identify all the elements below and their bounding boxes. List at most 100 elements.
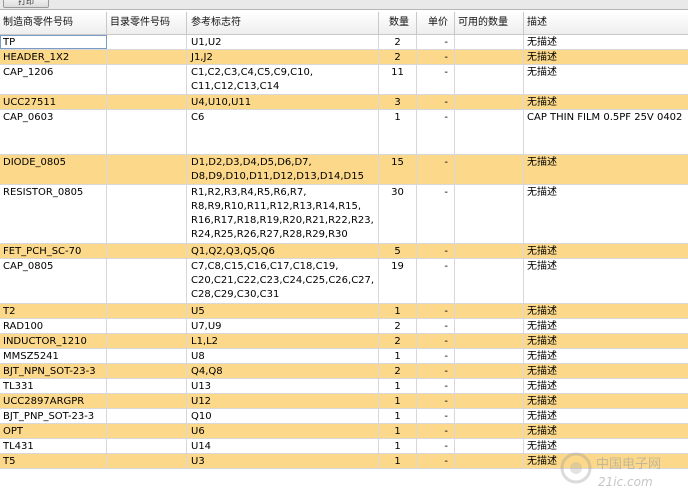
- reference-cell: U1,U2: [187, 35, 379, 49]
- available-cell: [455, 424, 524, 438]
- description-cell: 无描述: [527, 411, 557, 422]
- reference-cell: Q1,Q2,Q3,Q5,Q6: [187, 244, 379, 258]
- reference-cell: U6: [187, 424, 379, 438]
- reference-cell: Q10: [187, 409, 379, 423]
- description-cell: 无描述: [527, 187, 557, 198]
- bom-table: 制造商零件号码 目录零件号码 参考标志符 数量 单价 可用的数量 描述 TP U1…: [0, 12, 688, 469]
- mfr-part-cell: INDUCTOR_1210: [0, 334, 107, 348]
- unit-price-cell: -: [417, 364, 455, 378]
- unit-price-cell: -: [417, 304, 455, 318]
- available-cell: [455, 364, 524, 378]
- catalog-part-cell: [107, 454, 187, 468]
- col-header-mfr-part[interactable]: 制造商零件号码: [0, 12, 107, 34]
- mfr-part-cell: RAD100: [0, 319, 107, 333]
- description-cell: 无描述: [527, 396, 557, 407]
- table-row[interactable]: CAP_1206 C1,C2,C3,C4,C5,C9,C10, C11,C12,C…: [0, 65, 688, 95]
- description-cell: 无描述: [527, 351, 557, 362]
- mfr-part-cell: OPT: [0, 424, 107, 438]
- unit-price-cell: -: [417, 409, 455, 423]
- unit-price-cell: -: [417, 334, 455, 348]
- table-row[interactable]: MMSZ5241 U8 1- 无描述: [0, 349, 688, 364]
- quantity-cell: 1: [379, 304, 417, 318]
- col-header-available[interactable]: 可用的数量: [455, 12, 524, 34]
- mfr-part-cell: T2: [0, 304, 107, 318]
- mfr-part-cell: TL331: [0, 379, 107, 393]
- mfr-part-cell: TP: [0, 35, 107, 49]
- mfr-part-cell: UCC27511: [0, 95, 107, 109]
- table-row[interactable]: BJT_NPN_SOT-23-3 Q4,Q8 2- 无描述: [0, 364, 688, 379]
- table-row[interactable]: DIODE_0805 D1,D2,D3,D4,D5,D6,D7, D8,D9,D1…: [0, 155, 688, 185]
- unit-price-cell: -: [417, 379, 455, 393]
- quantity-cell: 2: [379, 364, 417, 378]
- unit-price-cell: -: [417, 65, 455, 94]
- description-cell: 无描述: [527, 67, 557, 78]
- col-header-unit-price[interactable]: 单价: [417, 12, 455, 34]
- quantity-cell: 3: [379, 95, 417, 109]
- available-cell: [455, 409, 524, 423]
- unit-price-cell: -: [417, 439, 455, 453]
- table-row[interactable]: OPT U6 1- 无描述: [0, 424, 688, 439]
- reference-cell: C7,C8,C15,C16,C17,C18,C19, C20,C21,C22,C…: [187, 259, 379, 303]
- mfr-part-cell: UCC2897ARGPR: [0, 394, 107, 408]
- table-row[interactable]: RESISTOR_0805 R1,R2,R3,R4,R5,R6,R7, R8,R9…: [0, 185, 688, 244]
- unit-price-cell: -: [417, 50, 455, 64]
- print-button[interactable]: 打印: [3, 0, 49, 8]
- mfr-part-cell: HEADER_1X2: [0, 50, 107, 64]
- table-row[interactable]: TL331 U13 1- 无描述: [0, 379, 688, 394]
- table-row[interactable]: BJT_PNP_SOT-23-3 Q10 1- 无描述: [0, 409, 688, 424]
- col-header-quantity[interactable]: 数量: [379, 12, 417, 34]
- quantity-cell: 1: [379, 454, 417, 468]
- watermark-en: 21ic.com: [598, 475, 653, 489]
- catalog-part-cell: [107, 319, 187, 333]
- available-cell: [455, 304, 524, 318]
- catalog-part-cell: [107, 259, 187, 303]
- table-row[interactable]: UCC27511 U4,U10,U11 3- 无描述: [0, 95, 688, 110]
- mfr-part-cell: TL431: [0, 439, 107, 453]
- mfr-part-cell: CAP_1206: [0, 65, 107, 94]
- reference-cell: U5: [187, 304, 379, 318]
- unit-price-cell: -: [417, 394, 455, 408]
- col-header-catalog-part[interactable]: 目录零件号码: [107, 12, 187, 34]
- quantity-cell: 2: [379, 50, 417, 64]
- table-row[interactable]: RAD100 U7,U9 2- 无描述: [0, 319, 688, 334]
- reference-cell: U8: [187, 349, 379, 363]
- catalog-part-cell: [107, 244, 187, 258]
- available-cell: [455, 454, 524, 468]
- unit-price-cell: -: [417, 454, 455, 468]
- description-cell: 无描述: [527, 306, 557, 317]
- table-row[interactable]: CAP_0805 C7,C8,C15,C16,C17,C18,C19, C20,C…: [0, 259, 688, 304]
- mfr-part-cell: BJT_PNP_SOT-23-3: [0, 409, 107, 423]
- quantity-cell: 1: [379, 409, 417, 423]
- catalog-part-cell: [107, 364, 187, 378]
- toolbar: 打印: [0, 0, 688, 10]
- available-cell: [455, 439, 524, 453]
- available-cell: [455, 50, 524, 64]
- catalog-part-cell: [107, 35, 187, 49]
- col-header-description[interactable]: 描述: [524, 12, 688, 34]
- available-cell: [455, 65, 524, 94]
- unit-price-cell: -: [417, 35, 455, 49]
- available-cell: [455, 349, 524, 363]
- table-row[interactable]: T2 U5 1- 无描述: [0, 304, 688, 319]
- unit-price-cell: -: [417, 244, 455, 258]
- quantity-cell: 1: [379, 424, 417, 438]
- table-row[interactable]: UCC2897ARGPR U12 1- 无描述: [0, 394, 688, 409]
- quantity-cell: 1: [379, 349, 417, 363]
- table-row[interactable]: TP U1,U2 2- 无描述: [0, 35, 688, 50]
- table-row[interactable]: HEADER_1X2 J1,J2 2- 无描述: [0, 50, 688, 65]
- table-row[interactable]: INDUCTOR_1210 L1,L2 2- 无描述: [0, 334, 688, 349]
- catalog-part-cell: [107, 304, 187, 318]
- watermark-logo: 中国电子网 21ic.com: [560, 452, 661, 489]
- table-row[interactable]: FET_PCH_SC-70 Q1,Q2,Q3,Q5,Q6 5- 无描述: [0, 244, 688, 259]
- catalog-part-cell: [107, 50, 187, 64]
- reference-cell: U3: [187, 454, 379, 468]
- description-cell: 无描述: [527, 37, 557, 48]
- mfr-part-cell: FET_PCH_SC-70: [0, 244, 107, 258]
- col-header-reference[interactable]: 参考标志符: [187, 12, 379, 34]
- table-row[interactable]: CAP_0603 C6 1- CAP THIN FILM 0.5PF 25V 0402: [0, 110, 688, 155]
- mfr-part-cell: BJT_NPN_SOT-23-3: [0, 364, 107, 378]
- catalog-part-cell: [107, 155, 187, 184]
- mfr-part-cell: DIODE_0805: [0, 155, 107, 184]
- description-cell: 无描述: [527, 97, 557, 108]
- unit-price-cell: -: [417, 155, 455, 184]
